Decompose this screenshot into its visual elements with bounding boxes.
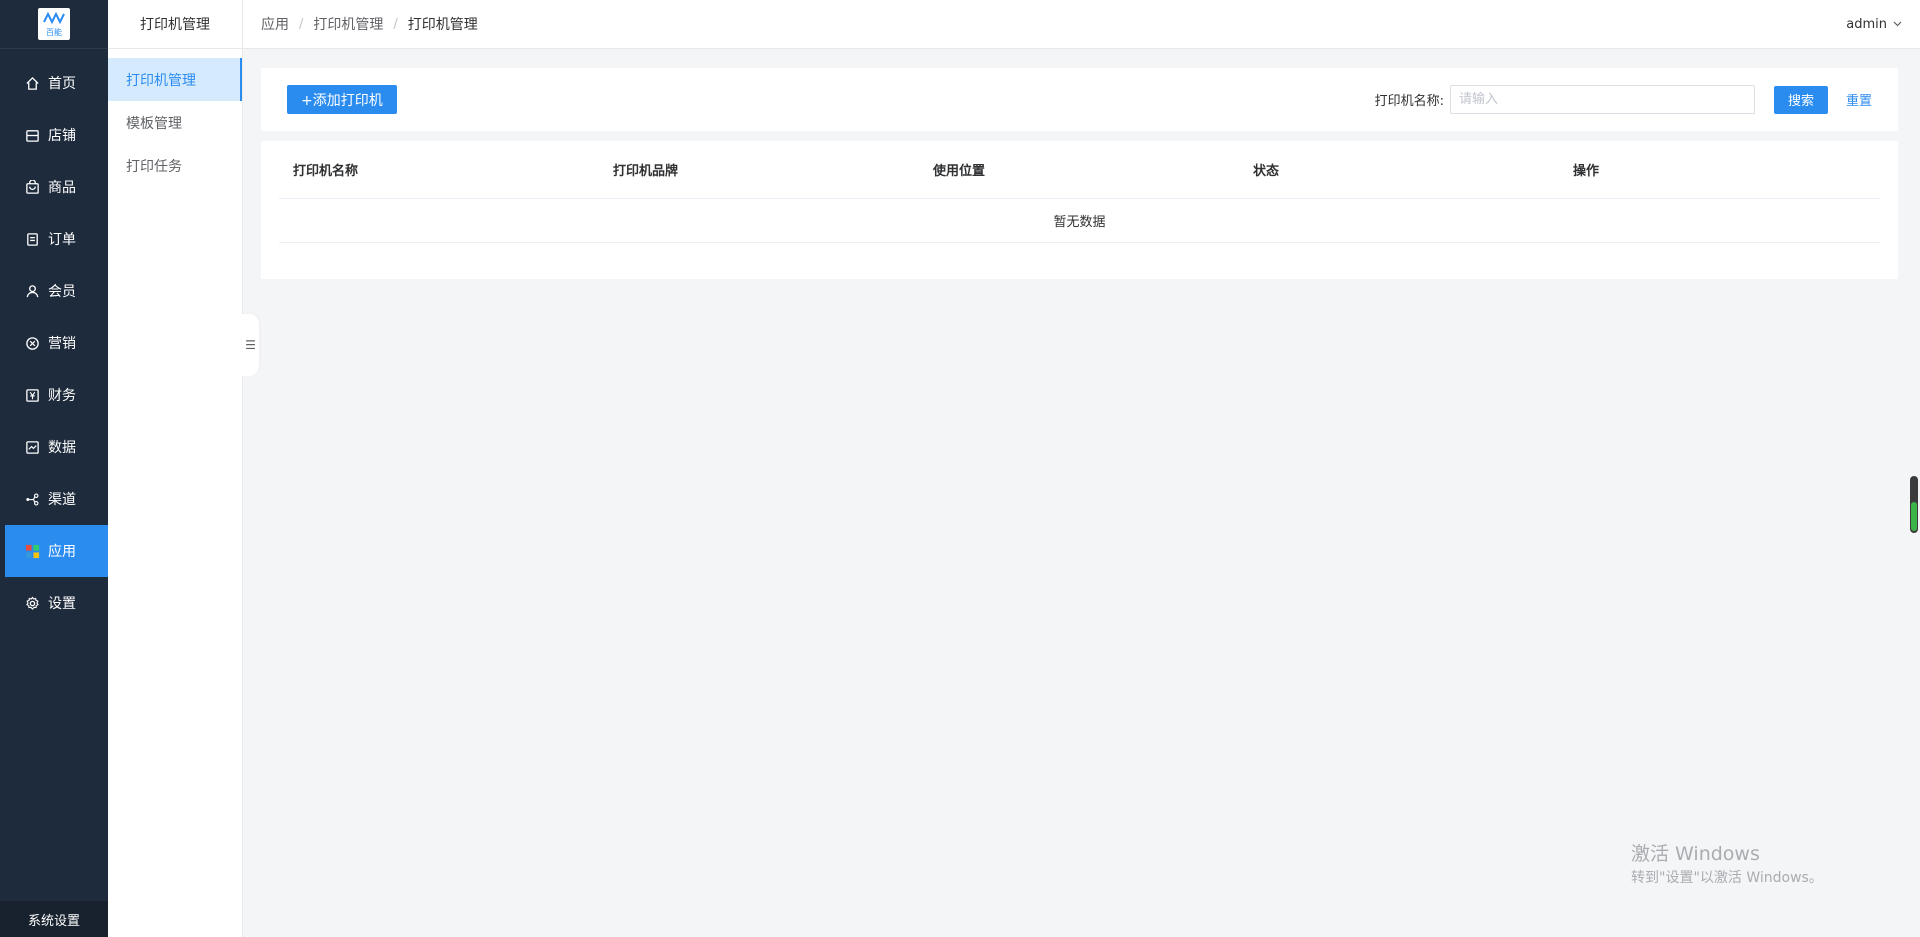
gear-icon — [24, 595, 40, 611]
printer-name-input[interactable] — [1449, 85, 1755, 114]
breadcrumb-item[interactable]: 应用 — [261, 14, 289, 34]
top-bar: 应用 / 打印机管理 / 打印机管理 admin — [243, 0, 1920, 49]
add-printer-button[interactable]: +添加打印机 — [287, 85, 397, 114]
nav-label: 首页 — [48, 76, 76, 92]
column-header-status: 状态 — [1253, 164, 1280, 179]
app-logo[interactable]: 百能 — [38, 8, 70, 40]
breadcrumb-separator: / — [299, 16, 304, 32]
store-icon — [24, 127, 40, 143]
nav-item-home[interactable]: 首页 — [0, 57, 108, 109]
sub-sidebar-title: 打印机管理 — [108, 0, 242, 49]
logo-text: 百能 — [46, 28, 62, 37]
column-header-location: 使用位置 — [933, 164, 986, 179]
column-header-printer-brand: 打印机品牌 — [613, 164, 679, 179]
nav-label: 财务 — [48, 388, 76, 404]
logo-area: 百能 — [0, 0, 108, 49]
toolbar-card: +添加打印机 打印机名称: 搜索 重置 — [261, 68, 1898, 131]
nav-item-marketing[interactable]: 营销 — [0, 317, 108, 369]
table-header: 打印机名称 打印机品牌 使用位置 状态 操作 — [279, 141, 1880, 199]
search-filter: 打印机名称: 搜索 重置 — [1375, 68, 1872, 131]
apps-icon — [24, 543, 40, 559]
nav-label: 店铺 — [48, 128, 76, 144]
nav-item-data[interactable]: 数据 — [0, 421, 108, 473]
bag-icon — [24, 179, 40, 195]
collapse-sidebar-toggle[interactable]: ☰ — [242, 314, 259, 376]
nav-item-store[interactable]: 店铺 — [0, 109, 108, 161]
nav-item-channels[interactable]: 渠道 — [0, 473, 108, 525]
nav-item-goods[interactable]: 商品 — [0, 161, 108, 213]
nav-label: 应用 — [48, 544, 76, 560]
nav-item-members[interactable]: 会员 — [0, 265, 108, 317]
nav-label: 数据 — [48, 440, 76, 456]
yen-icon — [24, 387, 40, 403]
main-sidebar: 百能 首页 店铺 商品 订单 会员 营销 财务 数据 渠道 应用 设置 系统设置 — [0, 0, 108, 937]
breadcrumb: 应用 / 打印机管理 / 打印机管理 — [261, 14, 478, 34]
watermark-title: 激活 Windows — [1631, 843, 1760, 865]
sub-nav: 打印机管理 模板管理 打印任务 — [108, 58, 242, 187]
system-settings-button[interactable]: 系统设置 — [0, 901, 108, 937]
order-icon — [24, 231, 40, 247]
sub-nav-item-template-management[interactable]: 模板管理 — [108, 101, 242, 144]
nav-label: 渠道 — [48, 492, 76, 508]
nav-label: 订单 — [48, 232, 76, 248]
logo-mark-icon — [43, 12, 65, 24]
sub-sidebar: 打印机管理 打印机管理 模板管理 打印任务 — [108, 0, 243, 937]
nav-item-apps[interactable]: 应用 — [5, 525, 108, 577]
printer-name-label: 打印机名称: — [1374, 94, 1444, 109]
chevron-down-icon — [1893, 19, 1902, 30]
nav-label: 会员 — [48, 284, 76, 300]
user-name: admin — [1846, 17, 1887, 32]
nav-item-orders[interactable]: 订单 — [0, 213, 108, 265]
table-empty-text: 暂无数据 — [279, 199, 1880, 243]
column-header-actions: 操作 — [1573, 164, 1600, 179]
sub-nav-item-print-tasks[interactable]: 打印任务 — [108, 144, 242, 187]
user-menu[interactable]: admin — [1846, 0, 1902, 49]
breadcrumb-separator: / — [393, 16, 398, 32]
nav-label: 商品 — [48, 180, 76, 196]
nav-label: 设置 — [48, 596, 76, 612]
watermark-subtitle: 转到"设置"以激活 Windows。 — [1631, 870, 1823, 886]
column-header-printer-name: 打印机名称 — [293, 164, 359, 179]
windows-activation-watermark: 激活 Windows 转到"设置"以激活 Windows。 — [1631, 842, 1823, 888]
page-scrollbar[interactable] — [1910, 476, 1918, 533]
nav-item-finance[interactable]: 财务 — [0, 369, 108, 421]
sub-nav-item-printer-management[interactable]: 打印机管理 — [108, 58, 242, 101]
nav-item-settings[interactable]: 设置 — [0, 577, 108, 629]
search-button[interactable]: 搜索 — [1773, 85, 1828, 114]
home-icon — [24, 75, 40, 91]
user-icon — [24, 283, 40, 299]
marketing-icon — [24, 335, 40, 351]
main-nav: 首页 店铺 商品 订单 会员 营销 财务 数据 渠道 应用 设置 — [0, 57, 108, 629]
nav-label: 营销 — [48, 336, 76, 352]
printer-table: 打印机名称 打印机品牌 使用位置 状态 操作 暂无数据 — [261, 141, 1898, 279]
breadcrumb-item[interactable]: 打印机管理 — [313, 14, 383, 34]
channel-icon — [24, 491, 40, 507]
reset-button[interactable]: 重置 — [1846, 90, 1872, 109]
menu-fold-icon: ☰ — [245, 338, 256, 352]
chart-icon — [24, 439, 40, 455]
breadcrumb-current: 打印机管理 — [407, 17, 478, 33]
